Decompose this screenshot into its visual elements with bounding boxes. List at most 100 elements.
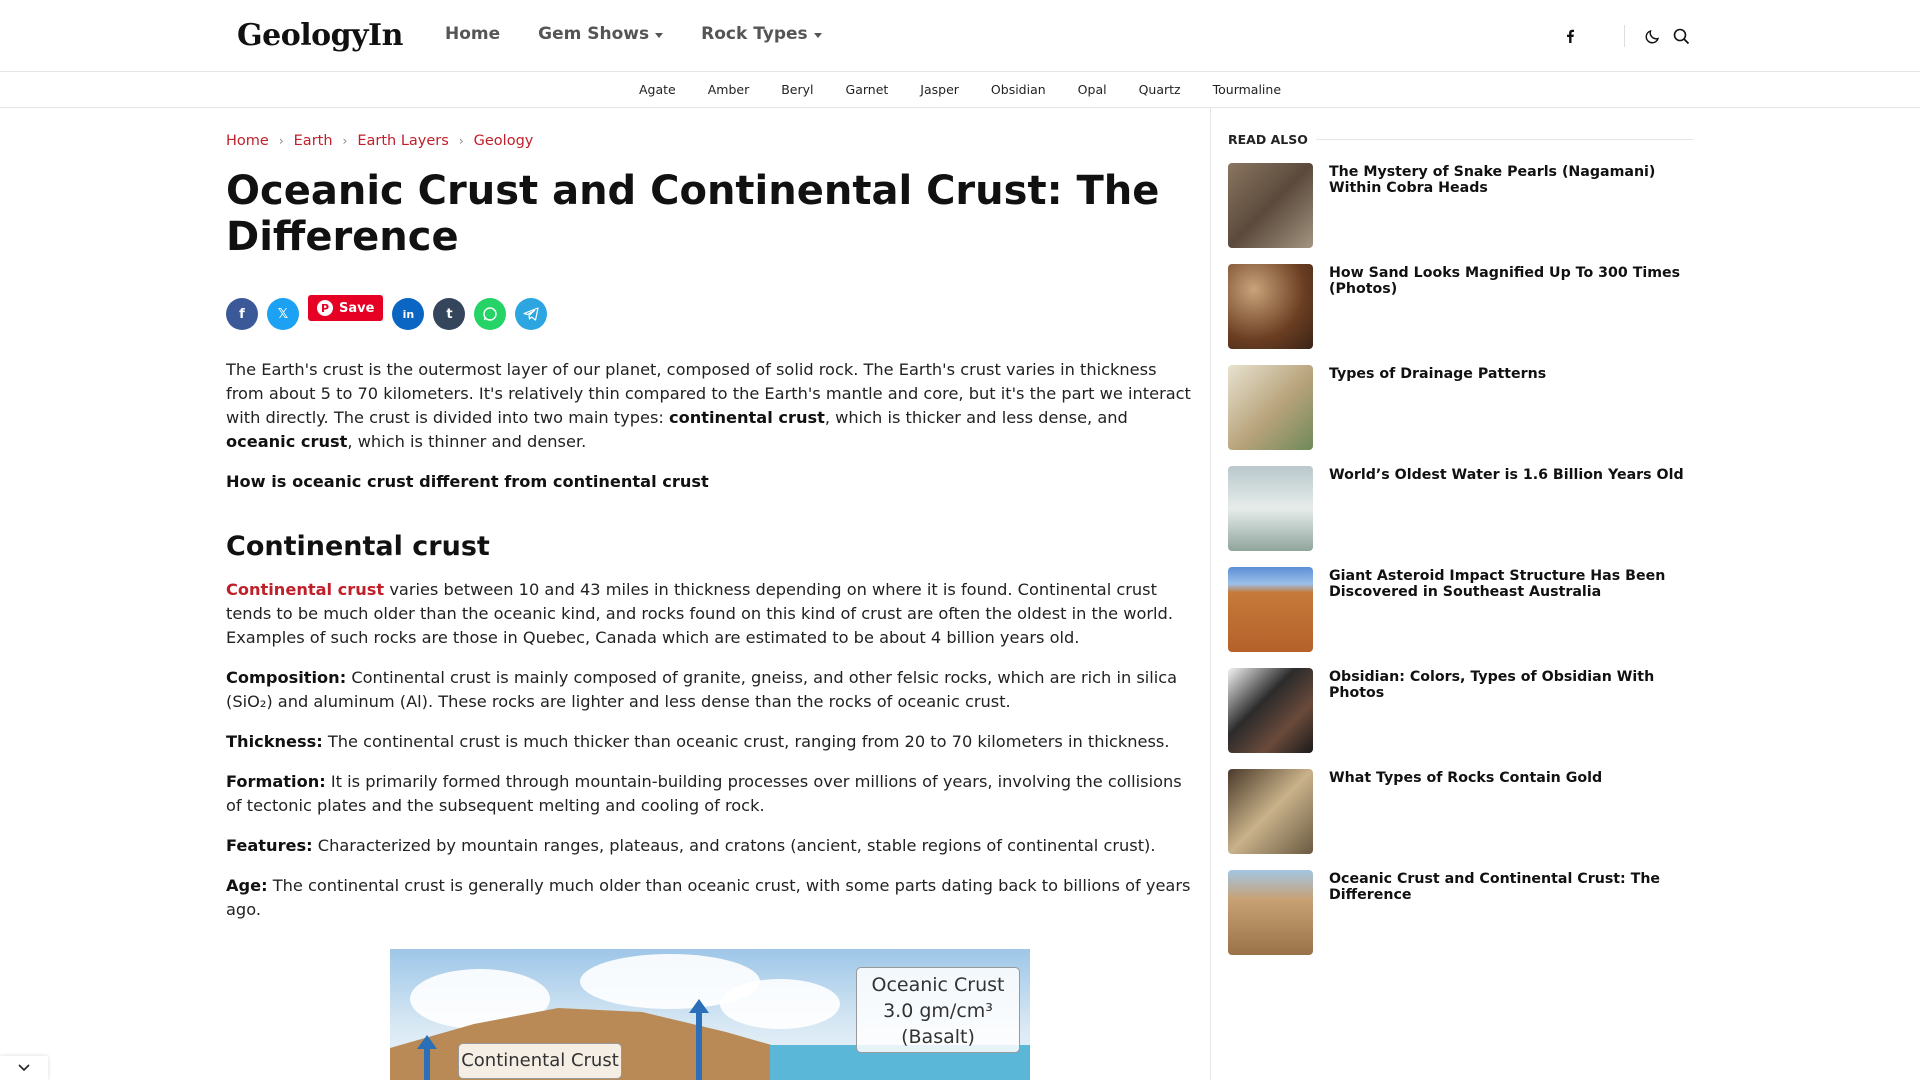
read-also-title[interactable]: World’s Oldest Water is 1.6 Billion Year…	[1329, 467, 1684, 552]
share-whatsapp-icon[interactable]	[474, 298, 507, 330]
read-also-title[interactable]: What Types of Rocks Contain Gold	[1329, 770, 1602, 855]
nav-rock-types-label: Rock Types	[701, 24, 808, 44]
subnav-item-obsidian[interactable]: Obsidian	[991, 82, 1046, 97]
formation-text: It is primarily formed through mountain-…	[226, 772, 1182, 815]
features-text: Characterized by mountain ranges, platea…	[312, 836, 1156, 855]
subnav-item-amber[interactable]: Amber	[708, 82, 750, 97]
composition-text: Continental crust is mainly composed of …	[226, 668, 1178, 711]
facebook-icon[interactable]	[1556, 22, 1584, 50]
search-icon[interactable]	[1667, 22, 1695, 50]
share-tumblr-icon[interactable]: t	[433, 298, 466, 330]
composition-label: Composition:	[226, 668, 347, 687]
oceanic-crust-density: 3.0 gm/cm³	[883, 1000, 993, 1022]
cloud	[720, 979, 840, 1029]
subnav-item-garnet[interactable]: Garnet	[846, 82, 889, 97]
crust-diagram-image: Oceanic Crust 3.0 gm/cm³ (Basalt) Contin…	[390, 949, 1030, 1080]
read-also-item[interactable]: World’s Oldest Water is 1.6 Billion Year…	[1228, 466, 1693, 552]
read-also-item[interactable]: Obsidian: Colors, Types of Obsidian With…	[1228, 668, 1693, 754]
article-thumbnail[interactable]	[1228, 163, 1313, 248]
section-heading-continental: Continental crust	[226, 531, 490, 562]
formation-paragraph: Formation: It is primarily formed throug…	[226, 770, 1194, 818]
intro-bold-continental: continental crust	[668, 408, 825, 427]
subnav-item-jasper[interactable]: Jasper	[920, 82, 959, 97]
chevron-down-icon	[655, 33, 664, 38]
read-also-list: The Mystery of Snake Pearls (Nagamani) W…	[1228, 163, 1693, 971]
header-divider	[1624, 25, 1625, 47]
read-also-title[interactable]: Giant Asteroid Impact Structure Has Been…	[1329, 568, 1693, 653]
pinterest-save-label: Save	[339, 300, 375, 316]
article-thumbnail[interactable]	[1228, 769, 1313, 854]
read-also-title[interactable]: Obsidian: Colors, Types of Obsidian With…	[1329, 669, 1693, 754]
age-paragraph: Age: The continental crust is generally …	[226, 874, 1194, 922]
nav-gem-shows-label: Gem Shows	[538, 24, 650, 44]
pinterest-icon: P	[317, 300, 333, 316]
read-also-title[interactable]: How Sand Looks Magnified Up To 300 Times…	[1329, 265, 1693, 350]
moon-icon[interactable]	[1639, 22, 1667, 50]
read-also-item[interactable]: Giant Asteroid Impact Structure Has Been…	[1228, 567, 1693, 653]
continental-paragraph: Continental crust varies between 10 and …	[226, 578, 1194, 650]
share-telegram-icon[interactable]	[515, 298, 548, 330]
chevron-down-icon	[813, 33, 822, 38]
subnav-item-opal[interactable]: Opal	[1078, 82, 1107, 97]
thickness-paragraph: Thickness: The continental crust is much…	[226, 730, 1194, 754]
read-also-title[interactable]: Types of Drainage Patterns	[1329, 366, 1546, 451]
age-text: The continental crust is generally much …	[226, 876, 1191, 919]
subnav-item-beryl[interactable]: Beryl	[781, 82, 813, 97]
article-thumbnail[interactable]	[1228, 466, 1313, 551]
nav-rock-types[interactable]: Rock Types	[701, 24, 822, 44]
read-also-title[interactable]: Oceanic Crust and Continental Crust: The…	[1329, 871, 1693, 956]
share-facebook-icon[interactable]: f	[226, 298, 258, 330]
article-thumbnail[interactable]	[1228, 264, 1313, 349]
breadcrumb-geology[interactable]: Geology	[474, 133, 534, 149]
share-bar: f 𝕏 P Save in t	[226, 295, 548, 330]
oceanic-crust-name: Oceanic Crust	[871, 974, 1005, 996]
nav-gem-shows[interactable]: Gem Shows	[538, 24, 664, 44]
oceanic-crust-label: Oceanic Crust 3.0 gm/cm³ (Basalt)	[856, 967, 1020, 1053]
page-title: Oceanic Crust and Continental Crust: The…	[226, 168, 1160, 260]
read-also-item[interactable]: What Types of Rocks Contain Gold	[1228, 769, 1693, 855]
chevron-down-icon[interactable]	[0, 1056, 48, 1080]
breadcrumb-earth[interactable]: Earth	[294, 133, 333, 149]
article-thumbnail[interactable]	[1228, 567, 1313, 652]
site-logo[interactable]: GeologyIn	[237, 18, 403, 53]
gem-subnav: Agate Amber Beryl Garnet Jasper Obsidian…	[0, 72, 1920, 108]
read-also-label: READ ALSO	[1228, 132, 1308, 147]
intro-paragraph: The Earth's crust is the outermost layer…	[226, 358, 1194, 454]
breadcrumb-home[interactable]: Home	[226, 133, 269, 149]
subnav-item-quartz[interactable]: Quartz	[1139, 82, 1181, 97]
share-linkedin-icon[interactable]: in	[392, 298, 425, 330]
breadcrumb: Home › Earth › Earth Layers › Geology	[226, 133, 533, 149]
share-x-icon[interactable]: 𝕏	[267, 298, 299, 330]
features-paragraph: Features: Characterized by mountain rang…	[226, 834, 1194, 858]
oceanic-crust-rock: (Basalt)	[901, 1026, 975, 1048]
read-also-title[interactable]: The Mystery of Snake Pearls (Nagamani) W…	[1329, 164, 1693, 249]
sidebar: READ ALSO The Mystery of Snake Pearls (N…	[1210, 108, 1694, 1080]
breadcrumb-earth-layers[interactable]: Earth Layers	[357, 133, 448, 149]
composition-paragraph: Composition: Continental crust is mainly…	[226, 666, 1194, 714]
arrow-up-icon	[417, 1035, 437, 1080]
question-text: How is oceanic crust different from cont…	[226, 472, 709, 491]
chevron-right-icon: ›	[278, 134, 284, 148]
read-also-item[interactable]: Oceanic Crust and Continental Crust: The…	[1228, 870, 1693, 956]
formation-label: Formation:	[226, 772, 326, 791]
continental-crust-link[interactable]: Continental crust	[226, 580, 384, 599]
read-also-item[interactable]: How Sand Looks Magnified Up To 300 Times…	[1228, 264, 1693, 350]
chevron-right-icon: ›	[458, 134, 464, 148]
article-body: The Earth's crust is the outermost layer…	[226, 358, 1194, 938]
read-also-item[interactable]: Types of Drainage Patterns	[1228, 365, 1693, 451]
read-also-heading: READ ALSO	[1228, 132, 1693, 147]
pinterest-save-button[interactable]: P Save	[308, 295, 384, 321]
features-label: Features:	[226, 836, 313, 855]
subnav-item-agate[interactable]: Agate	[639, 82, 676, 97]
read-also-item[interactable]: The Mystery of Snake Pearls (Nagamani) W…	[1228, 163, 1693, 249]
subnav-item-tourmaline[interactable]: Tourmaline	[1213, 82, 1281, 97]
site-header: GeologyIn Home Gem Shows Rock Types	[0, 0, 1920, 72]
article-thumbnail[interactable]	[1228, 870, 1313, 955]
intro-bold-oceanic: oceanic crust	[226, 432, 348, 451]
question-paragraph: How is oceanic crust different from cont…	[226, 470, 1194, 494]
intro-text-2: , which is thicker and less dense, and	[824, 408, 1128, 427]
nav-home[interactable]: Home	[445, 24, 500, 44]
main-nav: Home Gem Shows Rock Types	[445, 24, 822, 44]
article-thumbnail[interactable]	[1228, 365, 1313, 450]
article-thumbnail[interactable]	[1228, 668, 1313, 753]
